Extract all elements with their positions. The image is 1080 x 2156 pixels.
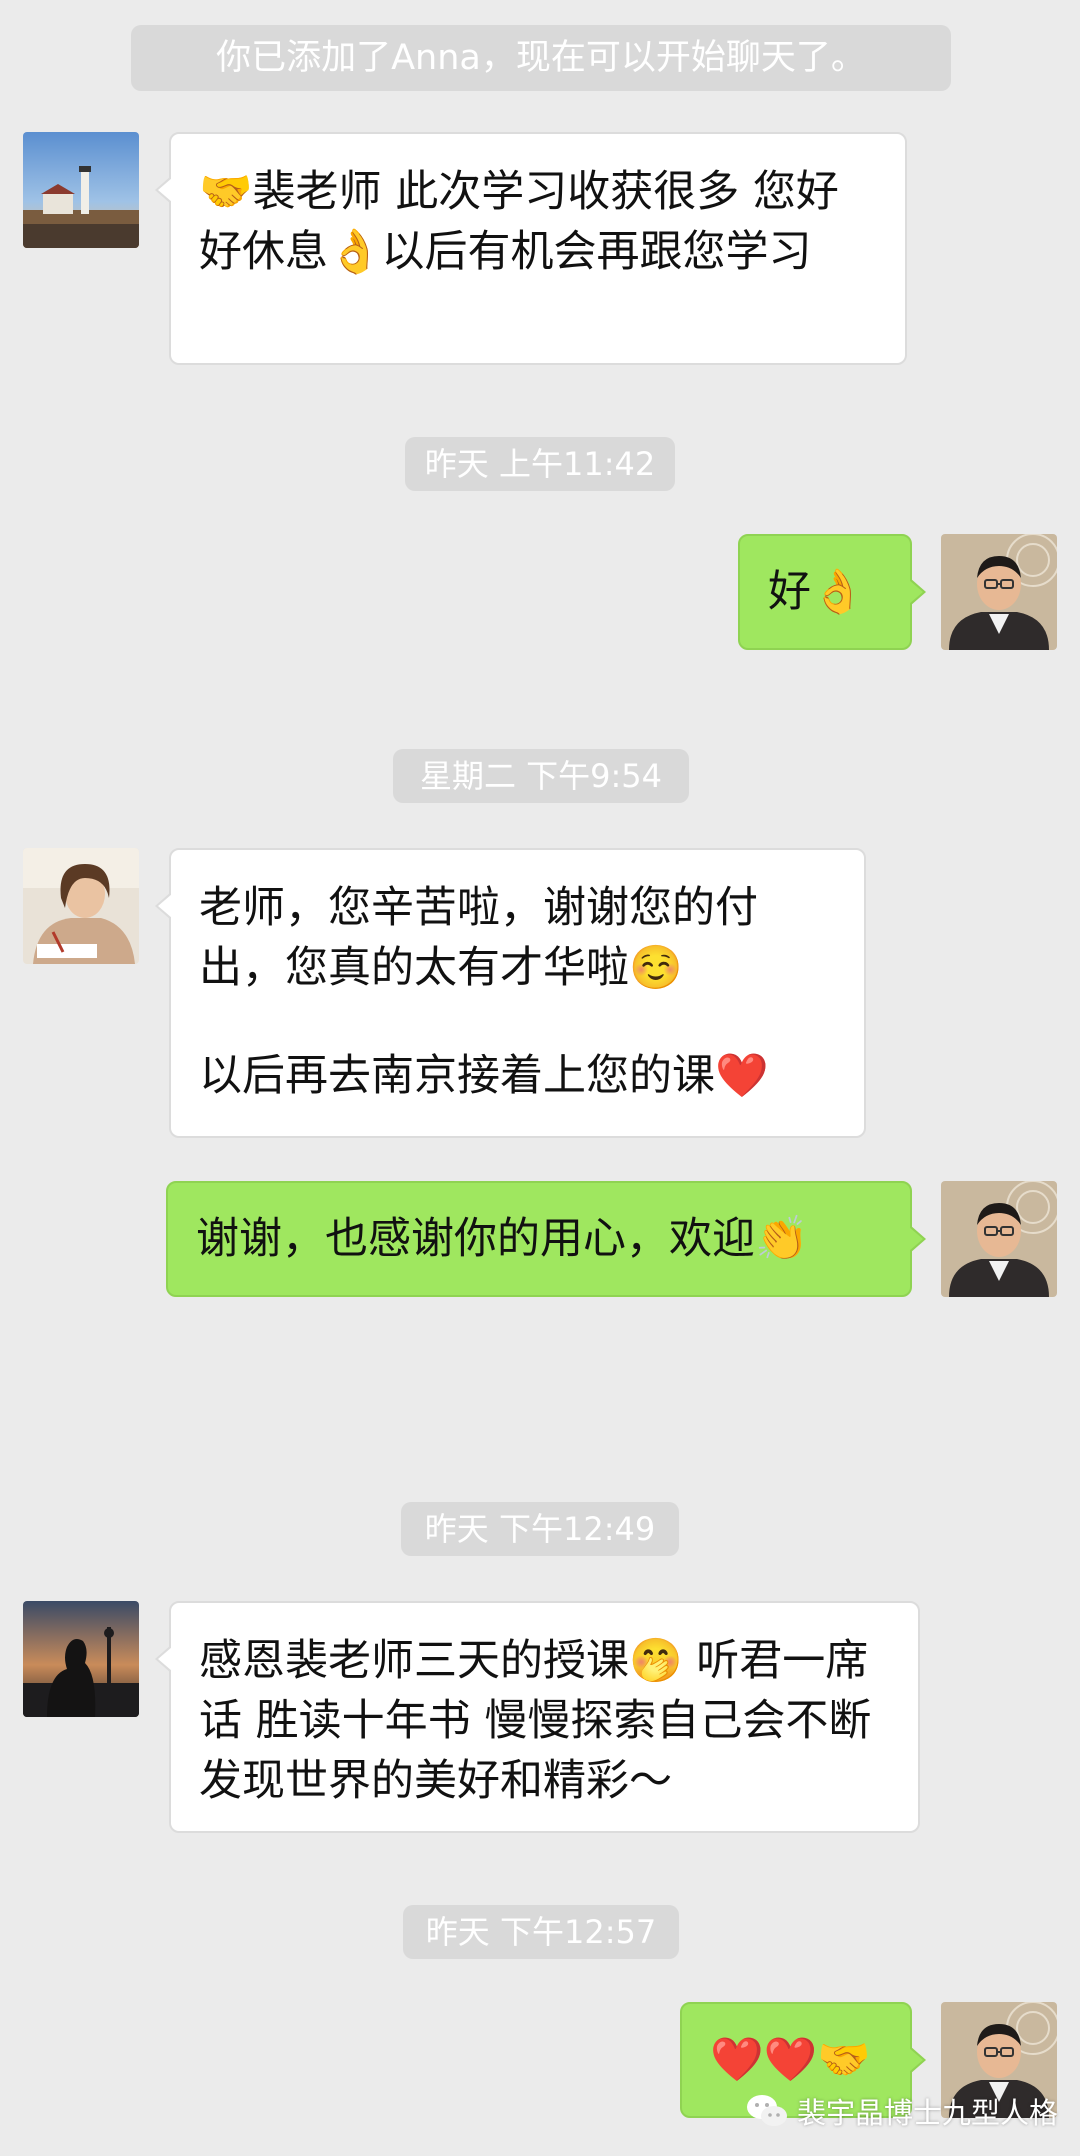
watermark-text: 裴宇晶博士九型人格: [796, 2096, 1058, 2130]
avatar-teacher[interactable]: [941, 534, 1057, 650]
message-text: 以后再去南京接着上您的课❤️: [199, 1051, 769, 1101]
message-bubble-1[interactable]: 🤝裴老师 此次学习收获很多 您好好休息👌以后有机会再跟您学习: [155, 132, 907, 365]
timestamp: 昨天 上午11:42: [405, 437, 675, 491]
message-text: 谢谢，也感谢你的用心，欢迎👏: [196, 1214, 809, 1264]
message-bubble-3[interactable]: 老师，您辛苦啦，谢谢您的付出，您真的太有才华啦☺️ 以后再去南京接着上您的课❤️: [155, 848, 866, 1138]
teacher-avatar-icon: [941, 534, 1057, 650]
timestamp: 昨天 下午12:57: [403, 1905, 679, 1959]
avatar-girl[interactable]: [23, 848, 139, 964]
girl-writing-avatar-icon: [23, 848, 139, 964]
message-bubble-4[interactable]: 谢谢，也感谢你的用心，欢迎👏: [166, 1181, 926, 1297]
message-text: 老师，您辛苦啦，谢谢您的付出，您真的太有才华啦☺️: [199, 883, 758, 993]
watermark: 裴宇晶博士九型人格: [745, 2090, 1058, 2132]
teacher-avatar-icon: [941, 1181, 1057, 1297]
avatar-silhouette[interactable]: [23, 1601, 139, 1717]
message-text: ❤️❤️🤝: [710, 2035, 871, 2085]
silhouette-avatar-icon: [23, 1601, 139, 1717]
message-text: 🤝裴老师 此次学习收获很多 您好好休息👌以后有机会再跟您学习: [199, 167, 839, 277]
system-notice: 你已添加了Anna，现在可以开始聊天了。: [131, 25, 951, 91]
timestamp: 昨天 下午12:49: [401, 1502, 679, 1556]
avatar-lighthouse[interactable]: [23, 132, 139, 248]
message-bubble-2[interactable]: 好👌: [738, 534, 926, 650]
message-text: 好👌: [768, 567, 865, 617]
avatar-teacher[interactable]: [941, 1181, 1057, 1297]
lighthouse-avatar-icon: [23, 132, 139, 248]
timestamp: 星期二 下午9:54: [393, 749, 689, 803]
message-text: 感恩裴老师三天的授课🤭 听君一席话 胜读十年书 慢慢探索自己会不断发现世界的美好…: [199, 1636, 872, 1806]
message-bubble-5[interactable]: 感恩裴老师三天的授课🤭 听君一席话 胜读十年书 慢慢探索自己会不断发现世界的美好…: [155, 1601, 920, 1833]
wechat-logo-icon: [746, 2095, 787, 2126]
